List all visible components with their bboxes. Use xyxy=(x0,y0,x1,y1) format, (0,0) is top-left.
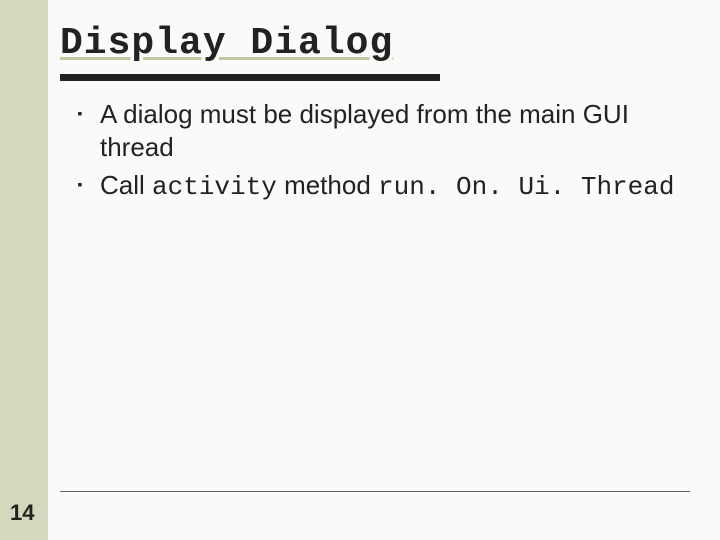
code-span: activity xyxy=(152,172,277,202)
bullet-list: ▪A dialog must be displayed from the mai… xyxy=(60,98,690,204)
title-underline xyxy=(60,74,440,81)
bullet-marker: ▪ xyxy=(60,98,100,128)
bullet-item: ▪Call activity method run. On. Ui. Threa… xyxy=(60,169,690,204)
text-span: method xyxy=(277,170,378,200)
bullet-text: A dialog must be displayed from the main… xyxy=(100,98,690,163)
text-span: A dialog must be displayed from the main… xyxy=(100,99,629,162)
page-number: 14 xyxy=(10,500,34,526)
footer-divider xyxy=(60,491,690,492)
bullet-text: Call activity method run. On. Ui. Thread xyxy=(100,169,690,204)
bullet-marker: ▪ xyxy=(60,169,100,199)
slide-content: ▪A dialog must be displayed from the mai… xyxy=(60,92,690,210)
sidebar-accent xyxy=(0,0,48,540)
code-span: run. On. Ui. Thread xyxy=(378,172,674,202)
text-span: Call xyxy=(100,170,152,200)
bullet-item: ▪A dialog must be displayed from the mai… xyxy=(60,98,690,163)
slide-title: Display Dialog xyxy=(60,22,393,65)
